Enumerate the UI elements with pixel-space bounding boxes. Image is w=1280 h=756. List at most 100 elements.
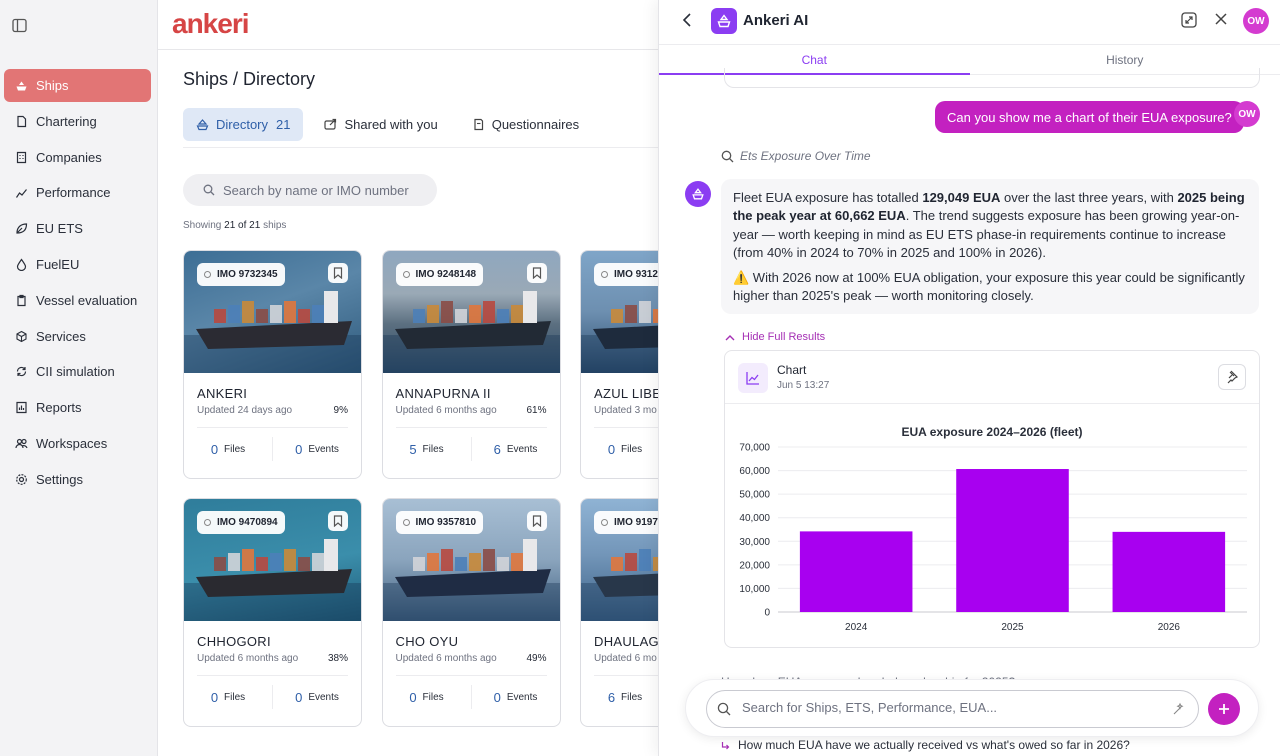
ship-updated: Updated 24 days ago — [197, 405, 293, 416]
files-stat[interactable]: 0 Files — [383, 685, 471, 709]
ship-stats: 0 Files 0 Events — [184, 437, 361, 461]
tab-shared-with-you[interactable]: Shared with you — [311, 108, 450, 141]
sidebar-item-performance[interactable]: Performance — [4, 176, 151, 209]
imo-badge: IMO 9470894 — [197, 511, 285, 534]
y-tick-label: 60,000 — [739, 466, 770, 477]
events-stat[interactable]: 0 Events — [273, 685, 361, 709]
ship-completion: 49% — [526, 653, 547, 664]
breadcrumb: Ships / Directory — [183, 69, 315, 90]
sidebar-item-cii-simulation[interactable]: CII simulation — [4, 355, 151, 388]
y-tick-label: 30,000 — [739, 537, 770, 548]
events-stat[interactable]: 0 Events — [273, 437, 361, 461]
sidebar-toggle-icon[interactable] — [12, 18, 30, 34]
chart-icon — [15, 186, 28, 199]
showing-count: Showing 21 of 21 ships — [183, 220, 286, 231]
files-stat[interactable]: 0 Files — [184, 437, 272, 461]
imo-badge: IMO 9248148 — [395, 263, 484, 286]
ship-name: DHAULAGIR — [594, 634, 658, 649]
ship-card[interactable]: IMO 9312AZUL LIBERUpdated 3 mo0FilesEven… — [580, 250, 658, 479]
sidebar-item-workspaces[interactable]: Workspaces — [4, 427, 151, 460]
ship-card[interactable]: IMO 9197DHAULAGIRUpdated 6 mo6FilesEvent… — [580, 498, 658, 727]
sidebar-item-eu-ets[interactable]: EU ETS — [4, 212, 151, 245]
sidebar-item-settings[interactable]: Settings — [4, 463, 151, 496]
ship-card[interactable]: IMO 9357810 CHO OYU Updated 6 months ago 49… — [381, 498, 561, 727]
files-count: 6 — [607, 689, 616, 705]
back-icon[interactable] — [681, 12, 695, 28]
ankeri-ai-logo-icon — [711, 8, 737, 34]
chat-input[interactable] — [742, 700, 1162, 715]
chat-input-wrapper[interactable] — [706, 690, 1199, 728]
tab-directory[interactable]: Directory 21 — [183, 108, 304, 141]
bookmark-button[interactable] — [328, 263, 348, 283]
ai-panel-header: Ankeri AI OW — [659, 0, 1280, 44]
files-stat[interactable]: 0 Files — [581, 437, 658, 461]
card-divider — [594, 427, 658, 428]
chart-result-card: Chart Jun 5 13:27 EUA exposure 2024–2026… — [724, 350, 1260, 648]
answer-text: over the last three years, with — [1000, 190, 1178, 205]
events-stat[interactable]: 6 Events — [472, 437, 560, 461]
magic-wand-icon[interactable] — [1172, 702, 1186, 716]
bookmark-button[interactable] — [526, 511, 547, 531]
y-tick-label: 10,000 — [739, 584, 770, 595]
user-avatar[interactable]: OW — [1243, 8, 1269, 34]
tab-directory-count: 21 — [276, 117, 291, 132]
bookmark-button[interactable] — [328, 511, 348, 531]
bookmark-button[interactable] — [526, 263, 547, 283]
status-dot-icon — [601, 519, 608, 526]
x-tick-label: 2026 — [1158, 622, 1181, 633]
tab-directory-label: Directory — [216, 117, 269, 132]
status-dot-icon — [402, 271, 410, 278]
ship-photo: IMO 9248148 — [382, 251, 560, 373]
chat-composer — [685, 679, 1259, 737]
bar-2025[interactable] — [956, 469, 1069, 612]
files-stat[interactable]: 6 Files — [581, 685, 658, 709]
ship-card[interactable]: IMO 9248148 ANNAPURNA II Updated 6 months … — [381, 250, 561, 479]
ship-updated: Updated 6 months ago — [395, 405, 497, 416]
ai-avatar-icon — [685, 181, 711, 207]
sidebar-item-companies[interactable]: Companies — [4, 141, 151, 174]
cycle-icon — [15, 365, 28, 378]
bar-2024[interactable] — [799, 531, 913, 612]
status-dot-icon — [204, 271, 211, 278]
sidebar-item-fueleu[interactable]: FuelEU — [4, 248, 151, 281]
files-stat[interactable]: 5 Files — [383, 437, 471, 461]
imo-number: IMO 9248148 — [415, 269, 477, 280]
sidebar-item-ships[interactable]: Ships — [4, 69, 151, 102]
message-user-avatar: OW — [1234, 101, 1260, 127]
events-stat[interactable]: 0 Events — [472, 685, 560, 709]
ship-card[interactable]: IMO 9732345 ANKERI Updated 24 days ago 9% 0 F… — [183, 250, 362, 479]
sidebar-item-chartering[interactable]: Chartering — [4, 105, 151, 138]
tool-call-name: Ets Exposure Over Time — [740, 149, 871, 163]
sidebar-item-label: Companies — [36, 149, 102, 165]
ship-search[interactable]: Search by name or IMO number — [183, 174, 437, 206]
sidebar-item-services[interactable]: Services — [4, 320, 151, 353]
new-chat-button[interactable] — [1208, 693, 1240, 725]
answer-total: 129,049 EUA — [922, 190, 1001, 205]
sidebar: Ships Chartering Companies Performance EU ET… — [0, 0, 158, 756]
tab-questionnaires[interactable]: Questionnaires — [459, 108, 592, 141]
ship-name: AZUL LIBER — [594, 386, 658, 401]
sidebar-item-vessel-evaluation[interactable]: Vessel evaluation — [4, 284, 151, 317]
search-icon — [721, 150, 734, 163]
ship-photo: IMO 9357810 — [382, 499, 560, 621]
ship-card[interactable]: IMO 9470894 CHHOGORI Updated 6 months ago 3… — [183, 498, 362, 727]
sidebar-item-label: Services — [36, 328, 86, 344]
bar-2026[interactable] — [1112, 531, 1226, 612]
chart-pin-button[interactable] — [1218, 364, 1246, 390]
events-count: 6 — [493, 441, 501, 457]
hide-full-results-toggle[interactable]: Hide Full Results — [725, 331, 825, 343]
ankeri-logo[interactable]: ankeri — [172, 8, 249, 40]
imo-number: IMO 9312 — [614, 269, 658, 280]
main-content: ankeri Ships / Directory Directory 21 Sh… — [158, 0, 658, 756]
sidebar-item-reports[interactable]: Reports — [4, 391, 151, 424]
suggestion-item[interactable]: How much EUA have we actually received v… — [721, 738, 1130, 752]
answer-paragraph-1: Fleet EUA exposure has totalled 129,049 … — [733, 189, 1247, 263]
close-icon[interactable] — [1214, 12, 1228, 26]
files-stat[interactable]: 0 Files — [184, 685, 272, 709]
ship-search-placeholder: Search by name or IMO number — [223, 182, 409, 198]
ship-completion: 38% — [327, 653, 348, 664]
card-divider — [395, 675, 547, 676]
breadcrumb-root[interactable]: Ships / — [183, 69, 238, 89]
expand-icon[interactable] — [1181, 12, 1197, 28]
chart-card-title: Chart — [777, 363, 807, 377]
